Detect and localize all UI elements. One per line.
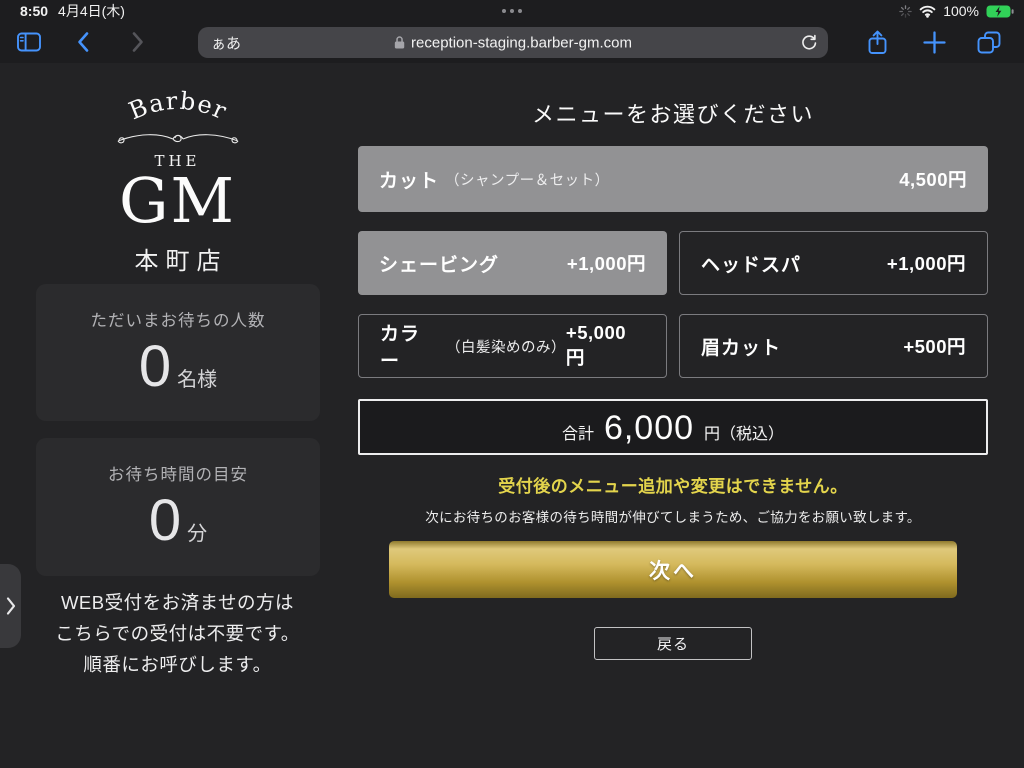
- status-right: 100%: [899, 0, 1014, 22]
- new-tab-icon[interactable]: [923, 31, 946, 54]
- note-line: WEB受付をお済ませの方は: [0, 587, 355, 618]
- menu-item-name: 眉カット: [701, 333, 781, 360]
- back-icon[interactable]: [76, 30, 90, 54]
- back-button[interactable]: 戻る: [594, 627, 752, 660]
- tabs-icon[interactable]: [976, 30, 1002, 55]
- wait-time-unit: 分: [187, 517, 207, 546]
- menu-item-price: +1,000円: [567, 250, 646, 276]
- total-label: 合計: [562, 420, 594, 444]
- status-bar: 8:50 4月4日(木): [0, 0, 1024, 22]
- wait-time-value: 0: [149, 489, 181, 553]
- menu-item-name: シェービング: [379, 250, 499, 277]
- no-change-warning: 受付後のメニュー追加や変更はできません。: [358, 472, 988, 497]
- url-text: reception-staging.barber-gm.com: [411, 34, 632, 51]
- safari-toolbar: ぁあ reception-staging.barber-gm.com: [0, 22, 1024, 63]
- shop-sidebar: Barber THE GM 本町店 ただいまお待ちの人数: [0, 63, 355, 768]
- reception-page: Barber THE GM 本町店 ただいまお待ちの人数: [0, 63, 1024, 768]
- menu-item-price: +500円: [903, 333, 966, 359]
- waiting-count-unit: 名様: [177, 363, 217, 392]
- logo-branch-name: 本町店: [0, 241, 355, 276]
- menu-item-note: （シャンプー＆セット）: [445, 169, 610, 190]
- menu-item-name: ヘッドスパ: [701, 250, 801, 277]
- page-settings-button[interactable]: ぁあ: [211, 32, 241, 53]
- warning-subtext: 次にお待ちのお客様の待ち時間が伸びてしまうため、ご協力をお願い致します。: [358, 506, 988, 526]
- menu-item-color[interactable]: カラー （白髪染めのみ） +5,000円: [358, 314, 667, 378]
- lock-icon: [394, 36, 405, 50]
- menu-selection-panel: メニューをお選びください カット （シャンプー＆セット） 4,500円 シェービ…: [355, 63, 1024, 768]
- menu-grid: カット （シャンプー＆セット） 4,500円 シェービング +1,000円 ヘッ…: [358, 146, 988, 378]
- menu-item-shaving[interactable]: シェービング +1,000円: [358, 231, 667, 295]
- menu-item-cut[interactable]: カット （シャンプー＆セット） 4,500円: [358, 146, 988, 212]
- share-icon[interactable]: [866, 29, 889, 56]
- waiting-count-title: ただいまお待ちの人数: [36, 307, 320, 331]
- waiting-count-value: 0: [139, 335, 171, 399]
- web-reception-note: WEB受付をお済ませの方は こちらでの受付は不要です。 順番にお呼びします。: [0, 587, 355, 680]
- menu-item-name: カット: [379, 166, 439, 193]
- drawer-handle[interactable]: [0, 564, 21, 648]
- network-activity-icon: [899, 5, 912, 18]
- wait-time-title: お待ち時間の目安: [36, 461, 320, 485]
- logo-gm: GM: [0, 170, 355, 232]
- total-amount: 6,000: [604, 409, 694, 448]
- note-line: 順番にお呼びします。: [0, 649, 355, 680]
- next-button[interactable]: 次へ: [389, 541, 957, 598]
- wait-time-card: お待ち時間の目安 0 分: [36, 438, 320, 576]
- clock: 8:50: [20, 3, 48, 19]
- logo-flourish-icon: [118, 135, 238, 143]
- total-suffix: 円（税込）: [704, 420, 784, 444]
- address-bar[interactable]: ぁあ reception-staging.barber-gm.com: [198, 27, 828, 58]
- page-title: メニューをお選びください: [358, 97, 988, 129]
- menu-item-price: 4,500円: [899, 166, 967, 192]
- menu-item-price: +1,000円: [887, 250, 966, 276]
- battery-percent: 100%: [943, 3, 979, 19]
- total-price-box: 合計 6,000 円（税込）: [358, 399, 988, 455]
- logo-barber-arc: Barber: [73, 87, 283, 151]
- note-line: こちらでの受付は不要です。: [0, 618, 355, 649]
- handoff-dots-icon[interactable]: [502, 9, 522, 13]
- wifi-icon: [919, 5, 936, 18]
- menu-item-name: カラー: [380, 319, 440, 373]
- battery-charging-icon: [986, 5, 1014, 18]
- url-display: reception-staging.barber-gm.com: [394, 34, 632, 51]
- status-left: 8:50 4月4日(木): [20, 0, 125, 22]
- waiting-count-card: ただいまお待ちの人数 0 名様: [36, 284, 320, 421]
- menu-item-eyebrow-cut[interactable]: 眉カット +500円: [679, 314, 988, 378]
- menu-item-note: （白髪染めのみ）: [446, 336, 566, 357]
- reload-icon[interactable]: [800, 34, 818, 52]
- chevron-right-icon: [6, 596, 16, 616]
- forward-icon[interactable]: [131, 30, 145, 54]
- menu-item-price: +5,000円: [566, 322, 645, 370]
- date: 4月4日(木): [58, 1, 125, 21]
- menu-item-head-spa[interactable]: ヘッドスパ +1,000円: [679, 231, 988, 295]
- shop-logo: Barber THE GM 本町店: [0, 87, 355, 276]
- sidebar-toggle-icon[interactable]: [16, 30, 42, 54]
- ipad-screen: 8:50 4月4日(木): [0, 0, 1024, 768]
- svg-text:Barber: Barber: [124, 87, 231, 126]
